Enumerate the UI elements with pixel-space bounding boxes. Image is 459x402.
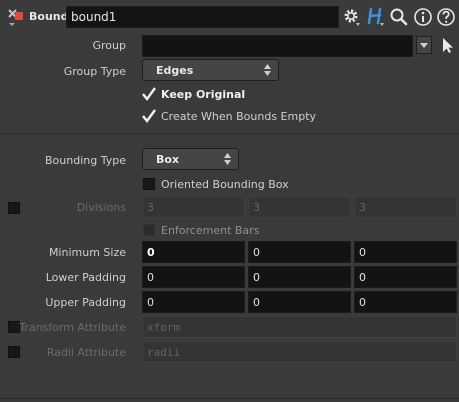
node-header: Bound bound1	[0, 0, 459, 34]
group-label: Group	[92, 39, 127, 52]
node-name-field[interactable]: bound1	[66, 6, 339, 28]
lower-padding-label: Lower Padding	[45, 271, 126, 284]
upper-padding-z-field[interactable]: 0	[354, 291, 457, 313]
group-type-label: Group Type	[63, 65, 126, 78]
minimum-size-z-field[interactable]: 0	[354, 241, 457, 263]
divisions-label: Divisions	[76, 201, 126, 214]
upper-padding-x-field[interactable]: 0	[142, 291, 245, 313]
chevron-down-icon	[420, 43, 428, 48]
node-type-icon[interactable]	[6, 6, 26, 28]
minimum-size-y-field[interactable]: 0	[248, 241, 351, 263]
keep-original-label[interactable]: Keep Original	[161, 88, 245, 101]
bounding-type-menu[interactable]: Box	[142, 148, 239, 170]
bottom-edge	[0, 398, 459, 399]
minimum-size-label: Minimum Size	[48, 246, 126, 259]
bounding-type-label: Bounding Type	[45, 154, 126, 167]
houdini-h-icon[interactable]	[366, 7, 386, 27]
lower-padding-y-field[interactable]: 0	[248, 266, 351, 288]
oriented-bbox-checkbox[interactable]	[143, 178, 155, 190]
group-type-value: Edges	[156, 64, 194, 77]
help-icon[interactable]	[436, 7, 456, 27]
upper-padding-y-field[interactable]: 0	[248, 291, 351, 313]
parameter-panel: Bound bound1 Group Group Type Edges Keep…	[0, 0, 459, 402]
lower-padding-x-field[interactable]: 0	[142, 266, 245, 288]
gear-icon[interactable]	[342, 7, 362, 27]
divisions-y-field[interactable]: 3	[248, 196, 351, 218]
enforcement-bars-checkbox[interactable]	[143, 224, 155, 236]
minimum-size-x-field[interactable]: 0	[142, 241, 245, 263]
radii-attribute-label: Radii Attribute	[46, 346, 126, 359]
section-divider	[0, 133, 459, 134]
create-when-empty-checkbox[interactable]	[142, 109, 156, 123]
menu-arrows-icon	[224, 153, 231, 165]
menu-arrows-icon	[264, 64, 271, 76]
node-type-label: Bound	[29, 10, 69, 23]
create-when-empty-label[interactable]: Create When Bounds Empty	[161, 110, 316, 123]
info-icon[interactable]	[413, 7, 433, 27]
bounding-type-value: Box	[156, 153, 180, 166]
enforcement-bars-label[interactable]: Enforcement Bars	[161, 224, 259, 237]
divisions-x-field[interactable]: 3	[142, 196, 245, 218]
oriented-bbox-label[interactable]: Oriented Bounding Box	[161, 178, 289, 191]
upper-padding-label: Upper Padding	[45, 296, 126, 309]
radii-attribute-field[interactable]: radii	[142, 341, 457, 363]
group-type-menu[interactable]: Edges	[142, 59, 279, 81]
group-menu-button[interactable]	[416, 36, 432, 54]
group-field[interactable]	[142, 35, 413, 57]
transform-attribute-label: Transform Attribute	[19, 321, 126, 334]
search-icon[interactable]	[389, 7, 409, 27]
divisions-z-field[interactable]: 3	[354, 196, 457, 218]
group-select-arrow-icon[interactable]	[441, 37, 455, 53]
transform-attribute-field[interactable]: xform	[142, 316, 457, 338]
lower-padding-z-field[interactable]: 0	[354, 266, 457, 288]
keep-original-checkbox[interactable]	[142, 87, 156, 101]
